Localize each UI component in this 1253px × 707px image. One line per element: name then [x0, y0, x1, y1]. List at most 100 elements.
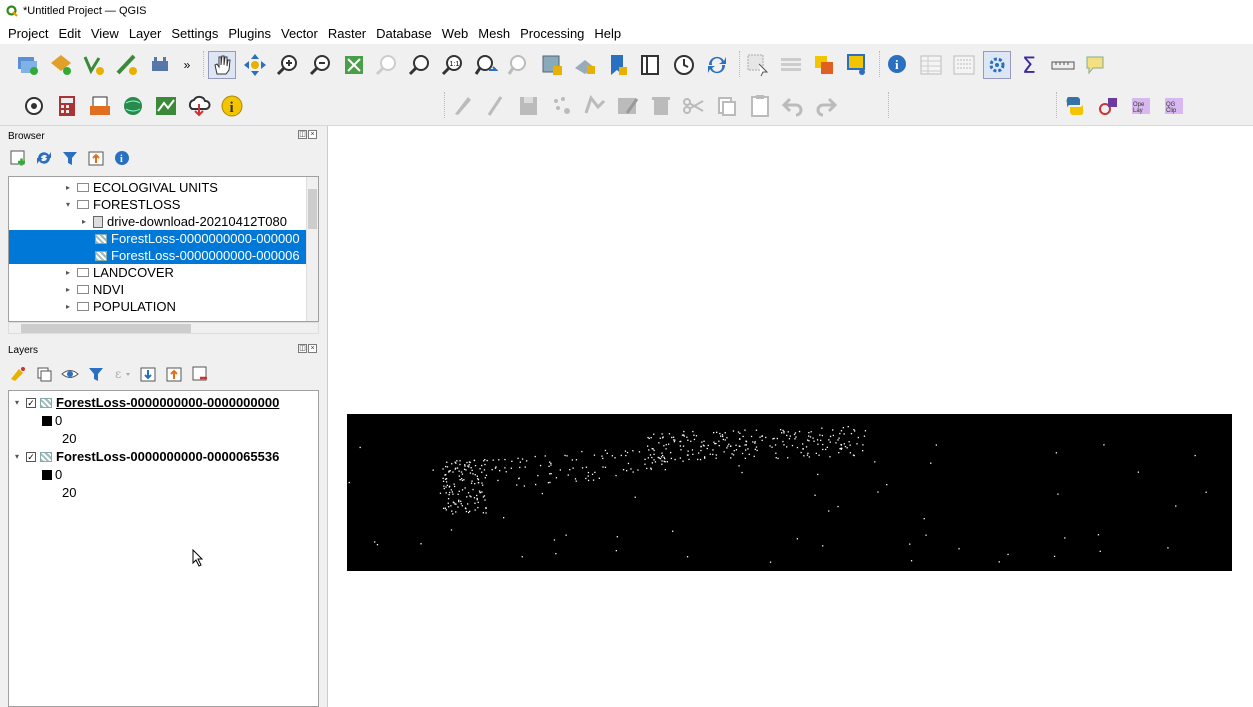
zoom-last-icon[interactable]	[472, 51, 500, 79]
identify-icon[interactable]: i	[884, 51, 912, 79]
save-edits-icon[interactable]	[515, 92, 543, 120]
style-manager-icon[interactable]	[8, 364, 28, 384]
browser-item[interactable]: ▸ ECOLOGIVAL UNITS	[9, 179, 318, 196]
browser-horizontal-scrollbar[interactable]	[8, 322, 319, 334]
float-panel-icon[interactable]: ◫	[298, 344, 307, 353]
zoom-full-icon[interactable]	[340, 51, 368, 79]
add-layer-icon[interactable]	[8, 148, 28, 168]
collapsed-arrow-icon[interactable]: ▸	[63, 302, 73, 311]
measure-icon[interactable]	[1049, 51, 1077, 79]
expanded-arrow-icon[interactable]: ▾	[12, 398, 22, 407]
browser-vertical-scrollbar[interactable]	[306, 177, 318, 321]
filter-icon[interactable]	[60, 148, 80, 168]
info-icon[interactable]: i	[218, 92, 246, 120]
close-panel-icon[interactable]: ×	[308, 130, 317, 139]
plugin-tool-icon[interactable]	[1094, 92, 1122, 120]
georeferencer-icon[interactable]	[152, 92, 180, 120]
panel-splitter[interactable]	[319, 126, 327, 707]
copy-features-icon[interactable]	[713, 92, 741, 120]
add-vector-icon[interactable]	[80, 51, 108, 79]
download-cloud-icon[interactable]	[185, 92, 213, 120]
collapsed-arrow-icon[interactable]: ▸	[63, 285, 73, 294]
layer-visibility-checkbox[interactable]: ✓	[26, 397, 36, 408]
zoom-native-icon[interactable]: 1:1	[439, 51, 467, 79]
gps-settings-icon[interactable]	[20, 92, 48, 120]
close-panel-icon[interactable]: ×	[308, 344, 317, 353]
float-panel-icon[interactable]: ◫	[298, 130, 307, 139]
undo-icon[interactable]	[779, 92, 807, 120]
pan-to-selection-icon[interactable]	[241, 51, 269, 79]
bookmark-icon[interactable]	[604, 51, 632, 79]
expand-all-icon[interactable]	[138, 364, 158, 384]
menu-database[interactable]: Database	[376, 26, 432, 41]
layer-item[interactable]: ▾ ✓ ForestLoss-0000000000-0000065536	[12, 448, 279, 465]
browser-tree[interactable]: ▸ POPULATION ▸ NDVI ▸ LANDCOVER ForestLoss-000…	[8, 176, 319, 322]
menu-raster[interactable]: Raster	[328, 26, 366, 41]
collapse-all-icon[interactable]	[164, 364, 184, 384]
expanded-arrow-icon[interactable]: ▾	[63, 200, 73, 209]
menu-vector[interactable]: Vector	[281, 26, 318, 41]
map-canvas[interactable]	[327, 126, 1253, 707]
pan-hand-icon[interactable]	[208, 51, 236, 79]
clip-plugin-icon[interactable]: QG Clip	[1160, 92, 1188, 120]
select-features-icon[interactable]	[744, 51, 772, 79]
processing-toolbox-icon[interactable]	[983, 51, 1011, 79]
field-calc-icon[interactable]	[950, 51, 978, 79]
collapsed-arrow-icon[interactable]: ▸	[79, 217, 89, 226]
collapse-all-icon[interactable]	[86, 148, 106, 168]
new-3d-map-icon[interactable]	[571, 51, 599, 79]
toggle-editing-icon[interactable]	[482, 92, 510, 120]
modify-attributes-icon[interactable]	[614, 92, 642, 120]
browser-item[interactable]: ▸ LANDCOVER	[9, 264, 318, 281]
calculator-icon[interactable]	[53, 92, 81, 120]
python-console-icon[interactable]	[1061, 92, 1089, 120]
menu-processing[interactable]: Processing	[520, 26, 584, 41]
refresh-icon[interactable]	[34, 148, 54, 168]
filter-legend-icon[interactable]	[86, 364, 106, 384]
layer-add-icon[interactable]	[14, 51, 42, 79]
show-bookmarks-icon[interactable]	[637, 51, 665, 79]
menu-help[interactable]: Help	[594, 26, 621, 41]
redo-icon[interactable]	[812, 92, 840, 120]
add-group-icon[interactable]	[34, 364, 54, 384]
browser-item[interactable]: ▾ FORESTLOSS	[9, 196, 318, 213]
annotation-icon[interactable]	[1082, 51, 1110, 79]
menu-edit[interactable]: Edit	[58, 26, 80, 41]
add-raster-icon[interactable]	[47, 51, 75, 79]
delete-selected-icon[interactable]	[647, 92, 675, 120]
expanded-arrow-icon[interactable]: ▾	[12, 452, 22, 461]
refresh-icon[interactable]	[703, 51, 731, 79]
digitize-icon[interactable]	[113, 51, 141, 79]
zoom-layer-icon[interactable]	[406, 51, 434, 79]
menu-web[interactable]: Web	[442, 26, 469, 41]
layers-tree[interactable]: ▾ ✓ ForestLoss-0000000000-0000000000 0 20 ▾ ✓ F…	[8, 390, 319, 707]
deselect-icon[interactable]	[810, 51, 838, 79]
collapsed-arrow-icon[interactable]: ▸	[63, 268, 73, 277]
open-table-icon[interactable]	[917, 51, 945, 79]
layer-item[interactable]: ▾ ✓ ForestLoss-0000000000-0000000000	[12, 394, 279, 411]
current-edits-icon[interactable]	[449, 92, 477, 120]
print-layout-icon[interactable]	[86, 92, 114, 120]
temporal-clock-icon[interactable]	[670, 51, 698, 79]
filter-expression-icon[interactable]: ε	[112, 364, 132, 384]
paste-features-icon[interactable]	[746, 92, 774, 120]
layer-visibility-checkbox[interactable]: ✓	[26, 451, 36, 462]
new-map-view-icon[interactable]	[538, 51, 566, 79]
menu-mesh[interactable]: Mesh	[478, 26, 510, 41]
plugin-icon[interactable]	[146, 51, 174, 79]
zoom-next-icon[interactable]	[505, 51, 533, 79]
vertex-tool-icon[interactable]	[581, 92, 609, 120]
menu-layer[interactable]: Layer	[129, 26, 162, 41]
statistics-sigma-icon[interactable]: Σ	[1016, 51, 1044, 79]
cut-features-icon[interactable]	[680, 92, 708, 120]
zoom-selection-icon[interactable]	[373, 51, 401, 79]
menu-project[interactable]: Project	[8, 26, 48, 41]
browser-item[interactable]: ForestLoss-0000000000-000006	[9, 247, 318, 264]
more-tools-icon[interactable]: »	[179, 51, 195, 79]
globe-icon[interactable]	[119, 92, 147, 120]
menu-settings[interactable]: Settings	[171, 26, 218, 41]
remove-layer-icon[interactable]	[190, 364, 210, 384]
browser-item[interactable]: ForestLoss-0000000000-000000	[9, 230, 318, 247]
add-feature-icon[interactable]	[548, 92, 576, 120]
collapsed-arrow-icon[interactable]: ▸	[63, 183, 73, 192]
